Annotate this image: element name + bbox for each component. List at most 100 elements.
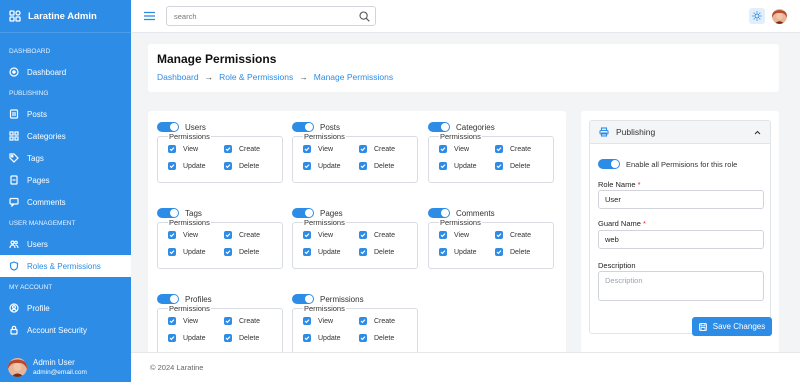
checkbox-update[interactable]: Update — [303, 162, 341, 170]
checkbox-create[interactable]: Create — [495, 231, 531, 239]
permission-group-toggle[interactable] — [157, 294, 179, 304]
permissions-legend: Permissions — [303, 304, 346, 313]
permission-group-toggle[interactable] — [292, 294, 314, 304]
sidebar: Laratine Admin DASHBOARD Dashboard PUBLI… — [0, 0, 131, 382]
permission-group-toggle[interactable] — [157, 122, 179, 132]
checkbox-view[interactable]: View — [439, 231, 469, 239]
search-input[interactable] — [174, 7, 354, 25]
enable-all-toggle[interactable] — [598, 159, 620, 169]
checkbox-label: View — [454, 145, 470, 153]
permission-group-toggle[interactable] — [292, 208, 314, 218]
checkbox-label: Create — [374, 231, 396, 239]
checkbox-create[interactable]: Create — [359, 145, 395, 153]
checkbox-label: View — [183, 145, 199, 153]
sidebar-item-posts[interactable]: Posts — [0, 103, 131, 125]
checkbox-view[interactable]: View — [303, 317, 333, 325]
menu-icon[interactable] — [144, 11, 155, 21]
checkbox-label: View — [318, 145, 334, 153]
toggle-knob — [170, 295, 178, 303]
sidebar-item-account-security[interactable]: Account Security — [0, 319, 131, 341]
chevron-up-icon[interactable] — [754, 129, 761, 136]
checkbox-update[interactable]: Update — [168, 162, 206, 170]
checkbox-checked-icon — [359, 231, 367, 239]
checkbox-view[interactable]: View — [439, 145, 469, 153]
sidebar-item-roles[interactable]: Roles & Permissions — [0, 255, 131, 277]
sidebar-item-profile[interactable]: Profile — [0, 297, 131, 319]
checkbox-create[interactable]: Create — [495, 145, 531, 153]
checkbox-view[interactable]: View — [168, 317, 198, 325]
checkbox-delete[interactable]: Delete — [224, 334, 259, 342]
checkbox-create[interactable]: Create — [224, 145, 260, 153]
checkbox-delete[interactable]: Delete — [495, 248, 530, 256]
checkbox-delete[interactable]: Delete — [359, 162, 394, 170]
checkbox-delete[interactable]: Delete — [224, 248, 259, 256]
checkbox-checked-icon — [168, 162, 176, 170]
permission-group-title: Tags — [185, 208, 202, 218]
checkbox-view[interactable]: View — [303, 145, 333, 153]
toggle-knob — [611, 160, 619, 168]
checkbox-checked-icon — [224, 317, 232, 325]
permissions-fieldset: Permissions View Create Update Delete — [292, 218, 418, 269]
breadcrumb-current[interactable]: Manage Permissions — [314, 72, 393, 82]
checkbox-checked-icon — [303, 248, 311, 256]
sidebar-item-label: Dashboard — [27, 67, 67, 77]
checkbox-label: Create — [374, 317, 396, 325]
role-panel-header[interactable]: Publishing — [590, 121, 770, 144]
sidebar-item-categories[interactable]: Categories — [0, 125, 131, 147]
checkbox-view[interactable]: View — [168, 145, 198, 153]
checkbox-label: Update — [318, 248, 341, 256]
checkbox-create[interactable]: Create — [359, 231, 395, 239]
checkbox-create[interactable]: Create — [224, 317, 260, 325]
permission-group-posts: Posts Permissions View Create Update Delete — [292, 121, 418, 183]
sidebar-item-comments[interactable]: Comments — [0, 191, 131, 213]
checkbox-label: View — [454, 231, 470, 239]
guard-name-input[interactable] — [598, 230, 764, 249]
brand[interactable]: Laratine Admin — [0, 0, 131, 33]
checkbox-label: Create — [239, 317, 261, 325]
sidebar-item-users[interactable]: Users — [0, 233, 131, 255]
role-name-input[interactable] — [598, 190, 764, 209]
sidebar-item-tags[interactable]: Tags — [0, 147, 131, 169]
theme-toggle-button[interactable] — [749, 8, 765, 24]
checkbox-update[interactable]: Update — [168, 334, 206, 342]
permissions-legend: Permissions — [439, 218, 482, 227]
user-avatar-button[interactable] — [772, 9, 787, 24]
checkbox-view[interactable]: View — [303, 231, 333, 239]
breadcrumb-roles[interactable]: Role & Permissions — [219, 72, 293, 82]
permissions-legend: Permissions — [439, 132, 482, 141]
checkbox-create[interactable]: Create — [359, 317, 395, 325]
checkbox-delete[interactable]: Delete — [359, 334, 394, 342]
checkbox-checked-icon — [168, 231, 176, 239]
checkbox-update[interactable]: Update — [439, 248, 477, 256]
sidebar-item-dashboard[interactable]: Dashboard — [0, 61, 131, 83]
checkbox-delete[interactable]: Delete — [224, 162, 259, 170]
checkbox-update[interactable]: Update — [303, 248, 341, 256]
checkbox-delete[interactable]: Delete — [359, 248, 394, 256]
permission-group-toggle[interactable] — [428, 208, 450, 218]
section-heading-dashboard: DASHBOARD — [9, 47, 51, 55]
permission-group-toggle[interactable] — [428, 122, 450, 132]
toggle-knob — [441, 123, 449, 131]
save-changes-button[interactable]: Save Changes — [692, 317, 772, 336]
avatar — [8, 357, 27, 377]
search-icon[interactable] — [359, 11, 370, 22]
checkbox-update[interactable]: Update — [439, 162, 477, 170]
checkbox-create[interactable]: Create — [224, 231, 260, 239]
sidebar-item-pages[interactable]: Pages — [0, 169, 131, 191]
checkbox-view[interactable]: View — [168, 231, 198, 239]
permission-group-toggle[interactable] — [292, 122, 314, 132]
checkbox-delete[interactable]: Delete — [495, 162, 530, 170]
permissions-legend: Permissions — [303, 132, 346, 141]
shield-icon — [9, 261, 19, 271]
checkbox-checked-icon — [439, 162, 447, 170]
breadcrumb-separator: → — [204, 72, 214, 82]
permission-group-toggle[interactable] — [157, 208, 179, 218]
permissions-legend: Permissions — [168, 132, 211, 141]
checkbox-update[interactable]: Update — [168, 248, 206, 256]
guard-name-label: Guard Name * — [598, 219, 646, 228]
checkbox-update[interactable]: Update — [303, 334, 341, 342]
breadcrumb-dashboard[interactable]: Dashboard — [157, 72, 199, 82]
description-textarea[interactable] — [598, 271, 764, 301]
sidebar-user[interactable]: Admin User admin@email.com — [0, 352, 131, 382]
checkbox-checked-icon — [168, 248, 176, 256]
